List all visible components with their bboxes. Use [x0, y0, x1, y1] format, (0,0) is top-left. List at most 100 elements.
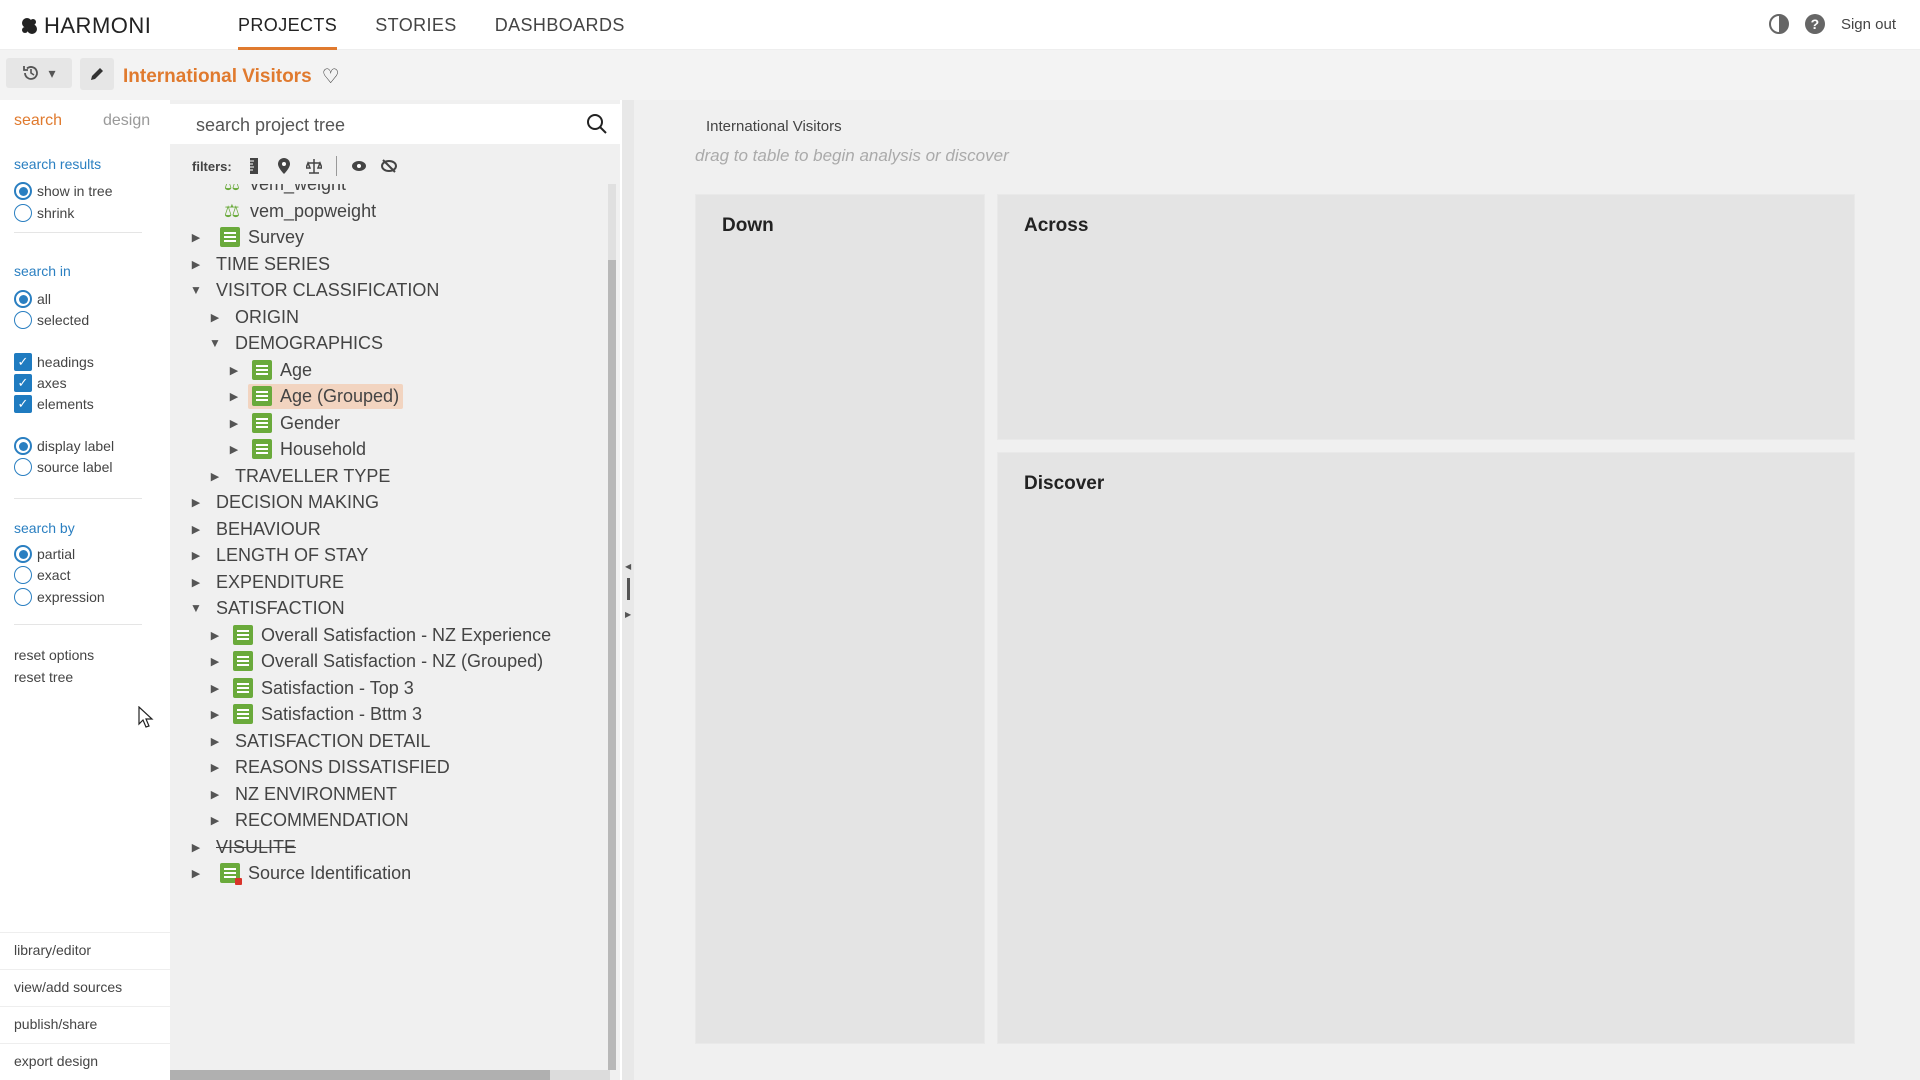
nav-projects[interactable]: PROJECTS: [238, 0, 338, 50]
tree-folder[interactable]: ▶ SATISFACTION DETAIL: [207, 727, 431, 755]
ruler-filter-icon[interactable]: [246, 158, 262, 174]
option-axes[interactable]: ✓ axes: [14, 373, 67, 393]
expand-arrow-icon[interactable]: ▶: [207, 311, 223, 324]
contrast-toggle-icon[interactable]: [1768, 14, 1789, 34]
across-drop-zone[interactable]: Across: [997, 194, 1855, 440]
option-elements[interactable]: ✓ elements: [14, 394, 94, 414]
expand-arrow-icon[interactable]: ▶: [207, 470, 223, 483]
edit-button[interactable]: [80, 58, 114, 90]
expand-arrow-icon[interactable]: ▶: [207, 788, 223, 801]
tree-node[interactable]: ▶ Overall Satisfaction - NZ Experience: [207, 621, 551, 649]
tree-folder[interactable]: ▼ VISITOR CLASSIFICATION: [188, 276, 439, 304]
option-display-label[interactable]: display label: [14, 436, 114, 456]
help-icon[interactable]: ?: [1804, 14, 1825, 34]
app-logo[interactable]: HARMONI: [20, 13, 151, 39]
tree-folder[interactable]: ▼ SATISFACTION: [188, 594, 345, 622]
expand-arrow-icon[interactable]: ▶: [188, 258, 204, 271]
publish-share-link[interactable]: publish/share: [0, 1006, 170, 1043]
tree-node[interactable]: ▶ Satisfaction - Bttm 3: [207, 700, 422, 728]
sign-out-link[interactable]: Sign out: [1841, 16, 1896, 33]
tree-node[interactable]: ▶ Gender: [226, 409, 340, 437]
expand-arrow-icon[interactable]: ▶: [188, 231, 204, 244]
tree-folder[interactable]: ▶ REASONS DISSATISFIED: [207, 753, 450, 781]
tree-node[interactable]: ⚖ vem_popweight: [218, 197, 376, 225]
tree-node[interactable]: ▶ Overall Satisfaction - NZ (Grouped): [207, 647, 543, 675]
favorite-heart-icon[interactable]: ♡: [322, 64, 340, 89]
tree-folder[interactable]: ▼ DEMOGRAPHICS: [207, 329, 383, 357]
tree-node[interactable]: ▶ Survey: [188, 223, 304, 251]
tree-folder[interactable]: ▶ RECOMMENDATION: [207, 806, 409, 834]
option-shrink[interactable]: shrink: [14, 203, 74, 223]
option-show-in-tree[interactable]: show in tree: [14, 181, 112, 201]
reset-tree-link[interactable]: reset tree: [14, 669, 73, 685]
radio-unselected[interactable]: [14, 311, 32, 329]
expand-arrow-icon[interactable]: ▶: [207, 629, 223, 642]
nav-stories[interactable]: STORIES: [375, 0, 457, 50]
expand-arrow-icon[interactable]: ▶: [226, 417, 242, 430]
expand-arrow-icon[interactable]: ▶: [188, 496, 204, 509]
radio-unselected[interactable]: [14, 458, 32, 476]
panel-splitter[interactable]: ◀ ▶: [622, 100, 634, 1080]
tree-node[interactable]: ▶ Age: [226, 356, 312, 384]
tree-folder[interactable]: ▶ EXPENDITURE: [188, 568, 344, 596]
option-headings[interactable]: ✓ headings: [14, 352, 94, 372]
tree-node[interactable]: ▶ Source Identification: [188, 859, 411, 887]
radio-selected[interactable]: [14, 290, 32, 308]
library-editor-link[interactable]: library/editor: [0, 932, 170, 969]
radio-selected[interactable]: [14, 182, 32, 200]
tree-folder[interactable]: ▶ TRAVELLER TYPE: [207, 462, 391, 490]
collapse-arrow-icon[interactable]: ▼: [188, 283, 204, 297]
expand-arrow-icon[interactable]: ▶: [188, 841, 204, 854]
tree-node-selected[interactable]: ▶ Age (Grouped): [226, 382, 404, 410]
option-selected[interactable]: selected: [14, 310, 89, 330]
search-icon[interactable]: [586, 113, 608, 135]
collapse-arrow-icon[interactable]: ▼: [207, 336, 223, 350]
tree-node[interactable]: ▶ Satisfaction - Top 3: [207, 674, 414, 702]
export-design-link[interactable]: export design: [0, 1043, 170, 1080]
down-drop-zone[interactable]: Down: [695, 194, 985, 1044]
checkbox-checked-icon[interactable]: ✓: [14, 353, 32, 371]
reset-options-link[interactable]: reset options: [14, 647, 94, 663]
checkbox-checked-icon[interactable]: ✓: [14, 374, 32, 392]
radio-unselected[interactable]: [14, 566, 32, 584]
collapse-left-icon[interactable]: ◀: [625, 562, 631, 571]
expand-right-icon[interactable]: ▶: [625, 610, 631, 619]
option-expression[interactable]: expression: [14, 587, 105, 607]
tree-node[interactable]: ⚖ vem_weight: [218, 184, 346, 198]
history-button[interactable]: ▾: [6, 58, 72, 88]
discover-drop-zone[interactable]: Discover: [997, 452, 1855, 1044]
expand-arrow-icon[interactable]: ▶: [207, 735, 223, 748]
tree-folder[interactable]: ▶ DECISION MAKING: [188, 488, 379, 516]
expand-arrow-icon[interactable]: ▶: [207, 814, 223, 827]
tree-folder[interactable]: ▶ LENGTH OF STAY: [188, 541, 369, 569]
tree-vertical-scrollbar-thumb[interactable]: [608, 260, 616, 1070]
radio-unselected[interactable]: [14, 588, 32, 606]
radio-selected[interactable]: [14, 437, 32, 455]
tree-search-input[interactable]: [196, 112, 566, 138]
eye-filter-icon[interactable]: [351, 158, 367, 174]
expand-arrow-icon[interactable]: ▶: [207, 682, 223, 695]
option-exact[interactable]: exact: [14, 565, 70, 585]
radio-unselected[interactable]: [14, 204, 32, 222]
expand-arrow-icon[interactable]: ▶: [207, 655, 223, 668]
expand-arrow-icon[interactable]: ▶: [188, 523, 204, 536]
tree-horizontal-scrollbar-thumb[interactable]: [170, 1070, 550, 1080]
option-partial[interactable]: partial: [14, 544, 75, 564]
expand-arrow-icon[interactable]: ▶: [188, 867, 204, 880]
radio-selected[interactable]: [14, 545, 32, 563]
tree-folder[interactable]: ▶ VISULITE: [188, 833, 296, 861]
collapse-arrow-icon[interactable]: ▼: [188, 601, 204, 615]
tree-folder[interactable]: ▶ TIME SERIES: [188, 250, 330, 278]
nav-dashboards[interactable]: DASHBOARDS: [495, 0, 625, 50]
expand-arrow-icon[interactable]: ▶: [226, 390, 242, 403]
splitter-grip[interactable]: [627, 578, 630, 600]
expand-arrow-icon[interactable]: ▶: [188, 549, 204, 562]
tree-node[interactable]: ▶ Household: [226, 435, 366, 463]
expand-arrow-icon[interactable]: ▶: [226, 364, 242, 377]
expand-arrow-icon[interactable]: ▶: [207, 708, 223, 721]
eye-slash-filter-icon[interactable]: [380, 158, 397, 174]
scale-filter-icon[interactable]: [305, 158, 322, 174]
option-all[interactable]: all: [14, 289, 51, 309]
tree-folder[interactable]: ▶ BEHAVIOUR: [188, 515, 321, 543]
tree-folder[interactable]: ▶ NZ ENVIRONMENT: [207, 780, 397, 808]
